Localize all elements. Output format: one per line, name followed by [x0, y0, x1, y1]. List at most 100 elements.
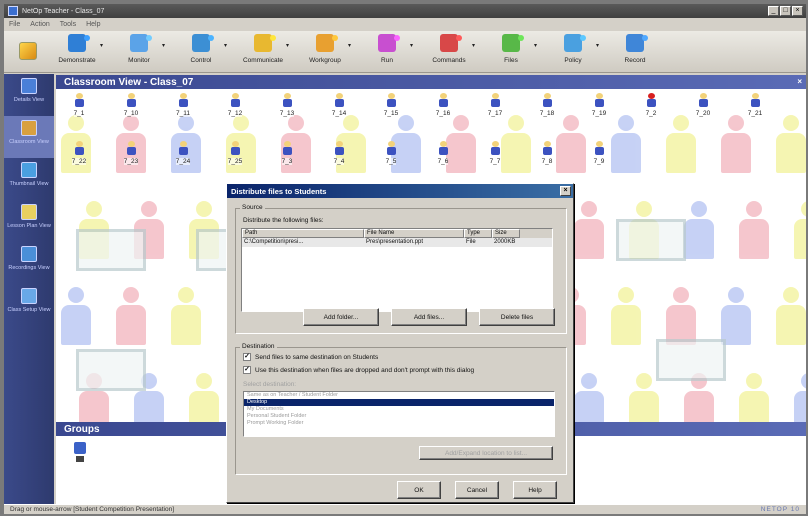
destination-option[interactable]: Same as on Teacher / Student Folder — [244, 392, 554, 399]
checkbox-checked-icon[interactable]: ✓ — [243, 353, 251, 361]
student-computer[interactable]: 7_10 — [116, 93, 146, 127]
same-destination-checkbox[interactable]: ✓ Send files to same destination on Stud… — [243, 353, 378, 361]
student-computer[interactable]: 7_22 — [64, 141, 94, 175]
checkbox-checked-icon[interactable]: ✓ — [243, 366, 251, 374]
student-computer[interactable]: 7_23 — [116, 141, 146, 175]
dropdown-arrow-icon[interactable]: ▾ — [162, 42, 165, 49]
dropdown-arrow-icon[interactable]: ▾ — [596, 42, 599, 49]
policy-icon — [564, 34, 582, 52]
groups-title: Groups — [64, 423, 100, 435]
delete-files-button[interactable]: Delete files — [479, 308, 555, 326]
toolbar-communicate-button[interactable]: Communicate ▾ — [232, 31, 294, 71]
toolbar-policy-button[interactable]: Policy ▾ — [542, 31, 604, 71]
student-computer[interactable]: 7_12 — [220, 93, 250, 127]
destination-label: Destination — [240, 343, 277, 350]
dropdown-arrow-icon[interactable]: ▾ — [224, 42, 227, 49]
close-button[interactable]: × — [792, 6, 803, 16]
dialog-close-button[interactable]: × — [560, 186, 571, 196]
menu-action[interactable]: Action — [30, 21, 49, 28]
student-computer[interactable]: 7_6 — [428, 141, 458, 175]
menu-help[interactable]: Help — [86, 21, 100, 28]
add-folder-button[interactable]: Add folder... — [303, 308, 379, 326]
use-destination-checkbox[interactable]: ✓ Use this destination when files are dr… — [243, 366, 474, 374]
menu-tools[interactable]: Tools — [60, 21, 76, 28]
student-computer[interactable]: 7_20 — [688, 93, 718, 127]
toolbar-button-label: Demonstrate — [58, 57, 96, 64]
toolbar-record-button[interactable]: Record — [604, 31, 666, 71]
table-row[interactable]: C:\Competition\presi... Pres\presentatio… — [242, 238, 552, 247]
help-button[interactable]: Help — [513, 481, 557, 499]
sidebar-item-class-setup-view[interactable]: Class Setup View — [4, 284, 54, 326]
student-computer[interactable]: 7_25 — [220, 141, 250, 175]
dropdown-arrow-icon[interactable]: ▾ — [100, 42, 103, 49]
student-computer[interactable]: 7_2 — [636, 93, 666, 127]
wallpaper-figure — [789, 373, 806, 422]
student-computer[interactable]: 7_24 — [168, 141, 198, 175]
wallpaper-figure — [569, 373, 609, 422]
student-computer[interactable]: 7_19 — [584, 93, 614, 127]
destination-option[interactable]: Personal Student Folder — [244, 413, 554, 420]
menu-bar: File Action Tools Help — [4, 18, 806, 30]
toolbar-commands-button[interactable]: Commands ▾ — [418, 31, 480, 71]
student-computer[interactable]: 7_21 — [740, 93, 770, 127]
student-label: 7_11 — [176, 110, 190, 117]
close-icon[interactable]: × — [797, 77, 802, 86]
toolbar-workgroup-button[interactable]: Workgroup ▾ — [294, 31, 356, 71]
sidebar-item-thumbnail-view[interactable]: Thumbnail View — [4, 158, 54, 200]
cancel-button[interactable]: Cancel — [455, 481, 499, 499]
status-text: Drag or mouse-arrow [Student Competition… — [10, 506, 175, 513]
student-icon — [230, 141, 240, 155]
student-icon — [282, 141, 292, 155]
student-computer[interactable]: 7_4 — [324, 141, 354, 175]
dropdown-arrow-icon[interactable]: ▾ — [472, 42, 475, 49]
sidebar-item-label: Class Setup View — [7, 307, 51, 313]
dropdown-arrow-icon[interactable]: ▾ — [348, 42, 351, 49]
toolbar-files-button[interactable]: Files ▾ — [480, 31, 542, 71]
toolbar-run-button[interactable]: Run ▾ — [356, 31, 418, 71]
student-computer[interactable]: 7_9 — [584, 141, 614, 175]
dropdown-arrow-icon[interactable]: ▾ — [534, 42, 537, 49]
dropdown-arrow-icon[interactable]: ▾ — [410, 42, 413, 49]
student-label: 7_5 — [385, 158, 397, 165]
toolbar-monitor-button[interactable]: Monitor ▾ — [108, 31, 170, 71]
student-computer[interactable]: 7_14 — [324, 93, 354, 127]
dropdown-arrow-icon[interactable]: ▾ — [286, 42, 289, 49]
student-computer[interactable]: 7_3 — [272, 141, 302, 175]
col-file-name[interactable]: File Name — [364, 229, 464, 238]
student-computer[interactable]: 7_17 — [480, 93, 510, 127]
destination-option[interactable]: My Documents — [244, 406, 554, 413]
col-type[interactable]: Type — [464, 229, 492, 238]
toolbar-button-label: Run — [381, 57, 393, 64]
files-table[interactable]: Path File Name Type Size C:\Competition\… — [241, 228, 553, 312]
add-files-button[interactable]: Add files... — [391, 308, 467, 326]
sidebar-item-details-view[interactable]: Details View — [4, 74, 54, 116]
sidebar-item-classroom-view[interactable]: Classroom View — [4, 116, 54, 158]
col-size[interactable]: Size — [492, 229, 520, 238]
student-computer[interactable]: 7_7 — [480, 141, 510, 175]
destination-option[interactable]: Desktop — [244, 399, 554, 406]
toolbar-control-button[interactable]: Control ▾ — [170, 31, 232, 71]
student-computer[interactable]: 7_8 — [532, 141, 562, 175]
sidebar-item-lesson-plan-view[interactable]: Lesson Plan View — [4, 200, 54, 242]
maximize-button[interactable]: □ — [780, 6, 791, 16]
minimize-button[interactable]: _ — [768, 6, 779, 16]
ok-button[interactable]: OK — [397, 481, 441, 499]
sidebar-item-recordings-view[interactable]: Recordings View — [4, 242, 54, 284]
add-location-button[interactable]: Add/Expand location to list... — [419, 446, 553, 460]
student-computer[interactable]: 7_11 — [168, 93, 198, 127]
toolbar-demonstrate-button[interactable]: Demonstrate ▾ — [46, 31, 108, 71]
menu-file[interactable]: File — [9, 21, 20, 28]
group-icon[interactable] — [74, 442, 88, 466]
student-computer[interactable]: 7_15 — [376, 93, 406, 127]
destination-list[interactable]: Same as on Teacher / Student Folder Deskt… — [243, 391, 555, 437]
toolbar-lead[interactable] — [10, 31, 46, 71]
student-computer[interactable]: 7_13 — [272, 93, 302, 127]
student-computer[interactable]: 7_1 — [64, 93, 94, 127]
student-computer[interactable]: 7_5 — [376, 141, 406, 175]
classroom-view-title-bar: Classroom View - Class_07 × — [56, 75, 806, 89]
student-computer[interactable]: 7_18 — [532, 93, 562, 127]
destination-option[interactable]: Prompt Working Folder — [244, 420, 554, 427]
student-label: 7_20 — [695, 110, 711, 117]
student-computer[interactable]: 7_16 — [428, 93, 458, 127]
col-path[interactable]: Path — [242, 229, 364, 238]
